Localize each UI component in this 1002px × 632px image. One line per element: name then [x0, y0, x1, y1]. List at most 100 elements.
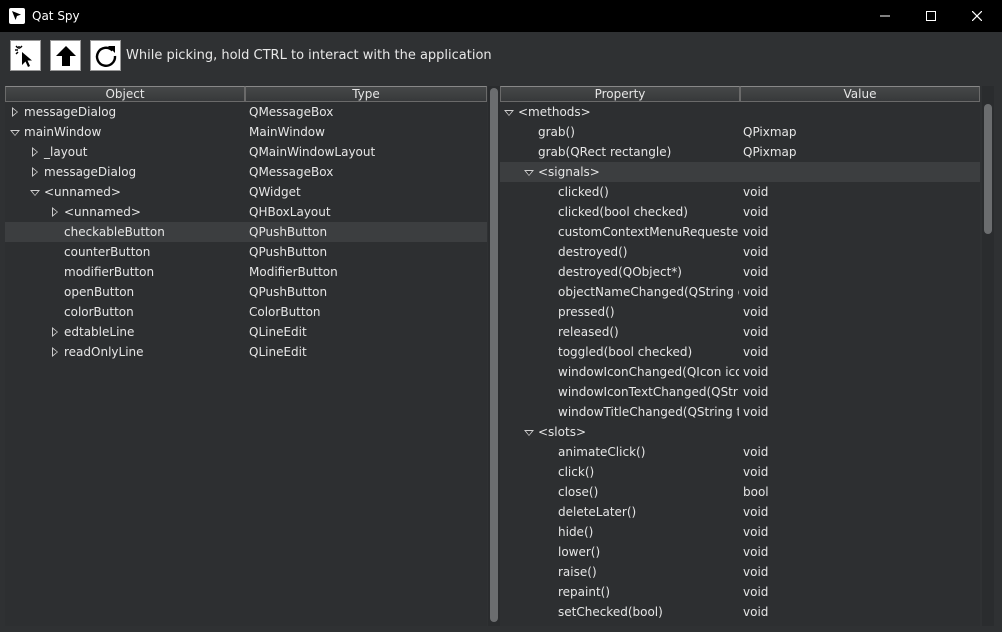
- tree-row-value: void: [743, 285, 769, 299]
- expand-arrow-icon[interactable]: [49, 322, 61, 342]
- maximize-button[interactable]: [908, 0, 954, 32]
- property-tree-scrollbar[interactable]: [982, 86, 994, 626]
- collapse-arrow-icon[interactable]: [523, 162, 535, 182]
- tree-row[interactable]: edtableLine QLineEdit: [5, 322, 487, 342]
- tree-row[interactable]: released() void: [500, 322, 980, 342]
- tree-row-value: ModifierButton: [249, 265, 338, 279]
- tree-row-name-cell: openButton: [5, 282, 245, 302]
- tree-row[interactable]: hide() void: [500, 522, 980, 542]
- tree-row[interactable]: setChecked(bool) void: [500, 602, 980, 622]
- tree-row[interactable]: modifierButton ModifierButton: [5, 262, 487, 282]
- tree-row-name-cell: lower(): [500, 542, 739, 562]
- tree-row-name-cell: windowIconChanged(QIcon icon): [500, 362, 739, 382]
- tree-row[interactable]: destroyed() void: [500, 242, 980, 262]
- property-tree[interactable]: Property Value <methods> grab() QPixmap gra…: [500, 86, 980, 626]
- tree-row-label: readOnlyLine: [64, 345, 144, 359]
- close-button[interactable]: [954, 0, 1000, 32]
- object-tree[interactable]: Object Type messageDialog QMessageBox main…: [5, 86, 487, 626]
- tree-row-value: QPushButton: [249, 245, 328, 259]
- window-title: Qat Spy: [32, 9, 80, 23]
- tree-row-value: void: [743, 345, 769, 359]
- tree-row[interactable]: grab(QRect rectangle) QPixmap: [500, 142, 980, 162]
- spacer-icon: [543, 342, 555, 362]
- title-bar[interactable]: Qat Spy: [0, 0, 1002, 32]
- tree-row[interactable]: click() void: [500, 462, 980, 482]
- tree-row[interactable]: windowIconChanged(QIcon icon) void: [500, 362, 980, 382]
- tree-row[interactable]: <methods>: [500, 102, 980, 122]
- tree-row[interactable]: clicked(bool checked) void: [500, 202, 980, 222]
- scrollbar-thumb[interactable]: [490, 88, 498, 622]
- expand-arrow-icon[interactable]: [49, 342, 61, 362]
- tree-row[interactable]: counterButton QPushButton: [5, 242, 487, 262]
- pick-button[interactable]: [10, 40, 41, 71]
- tree-row-value: void: [743, 405, 769, 419]
- up-arrow-icon: [55, 45, 76, 66]
- collapse-arrow-icon[interactable]: [503, 102, 515, 122]
- expand-arrow-icon[interactable]: [29, 162, 41, 182]
- tree-row[interactable]: destroyed(QObject*) void: [500, 262, 980, 282]
- tree-row[interactable]: messageDialog QMessageBox: [5, 102, 487, 122]
- up-button[interactable]: [50, 40, 81, 71]
- tree-row[interactable]: clicked() void: [500, 182, 980, 202]
- tree-row-name-cell: colorButton: [5, 302, 245, 322]
- collapse-arrow-icon[interactable]: [9, 122, 21, 142]
- tree-row[interactable]: objectNameChanged(QString obje void: [500, 282, 980, 302]
- tree-row-label: pressed(): [558, 305, 615, 319]
- spacer-icon: [523, 142, 535, 162]
- maximize-icon: [926, 11, 936, 21]
- collapse-arrow-icon[interactable]: [29, 182, 41, 202]
- tree-row[interactable]: mainWindow MainWindow: [5, 122, 487, 142]
- tree-row-value: bool: [743, 485, 769, 499]
- tree-row-value: QPixmap: [743, 145, 797, 159]
- value-column-header[interactable]: Value: [740, 86, 980, 102]
- tree-row-label: messageDialog: [44, 165, 137, 179]
- tree-row[interactable]: <unnamed> QWidget: [5, 182, 487, 202]
- tree-row-value: MainWindow: [249, 125, 325, 139]
- tree-row[interactable]: deleteLater() void: [500, 502, 980, 522]
- window-bottom-edge: [0, 626, 1002, 632]
- tree-row[interactable]: windowTitleChanged(QString title) void: [500, 402, 980, 422]
- tree-row[interactable]: animateClick() void: [500, 442, 980, 462]
- tree-row[interactable]: messageDialog QMessageBox: [5, 162, 487, 182]
- tree-row-label: mainWindow: [24, 125, 102, 139]
- tree-row-name-cell: counterButton: [5, 242, 245, 262]
- tree-row[interactable]: customContextMenuRequested(Q void: [500, 222, 980, 242]
- tree-row-label: <slots>: [538, 425, 586, 439]
- tree-row[interactable]: readOnlyLine QLineEdit: [5, 342, 487, 362]
- expand-arrow-icon[interactable]: [9, 102, 21, 122]
- expand-arrow-icon[interactable]: [29, 142, 41, 162]
- tree-row[interactable]: toggled(bool checked) void: [500, 342, 980, 362]
- scrollbar-thumb[interactable]: [984, 104, 992, 234]
- tree-row[interactable]: <slots>: [500, 422, 980, 442]
- tree-row-label: openButton: [64, 285, 135, 299]
- tree-row-name-cell: deleteLater(): [500, 502, 739, 522]
- tree-row[interactable]: colorButton ColorButton: [5, 302, 487, 322]
- spacer-icon: [543, 522, 555, 542]
- tree-row[interactable]: windowIconTextChanged(QString void: [500, 382, 980, 402]
- tree-row[interactable]: checkableButton QPushButton: [5, 222, 487, 242]
- tree-row-name-cell: hide(): [500, 522, 739, 542]
- tree-row[interactable]: <unnamed> QHBoxLayout: [5, 202, 487, 222]
- type-column-header[interactable]: Type: [245, 86, 487, 102]
- tree-row[interactable]: close() bool: [500, 482, 980, 502]
- collapse-arrow-icon[interactable]: [523, 422, 535, 442]
- tree-row[interactable]: pressed() void: [500, 302, 980, 322]
- refresh-button[interactable]: [90, 40, 121, 71]
- minimize-button[interactable]: [862, 0, 908, 32]
- property-column-header[interactable]: Property: [500, 86, 740, 102]
- expand-arrow-icon[interactable]: [49, 202, 61, 222]
- tree-row-name-cell: readOnlyLine: [5, 342, 245, 362]
- spacer-icon: [523, 122, 535, 142]
- tree-row[interactable]: raise() void: [500, 562, 980, 582]
- tree-row[interactable]: lower() void: [500, 542, 980, 562]
- tree-row-label: edtableLine: [64, 325, 135, 339]
- tree-row-name-cell: destroyed(QObject*): [500, 262, 739, 282]
- tree-row[interactable]: openButton QPushButton: [5, 282, 487, 302]
- tree-row[interactable]: _layout QMainWindowLayout: [5, 142, 487, 162]
- tree-row[interactable]: grab() QPixmap: [500, 122, 980, 142]
- object-column-header[interactable]: Object: [5, 86, 245, 102]
- tree-row[interactable]: <signals>: [500, 162, 980, 182]
- tree-row[interactable]: repaint() void: [500, 582, 980, 602]
- tree-row-label: lower(): [558, 545, 601, 559]
- object-tree-scrollbar[interactable]: [488, 86, 500, 626]
